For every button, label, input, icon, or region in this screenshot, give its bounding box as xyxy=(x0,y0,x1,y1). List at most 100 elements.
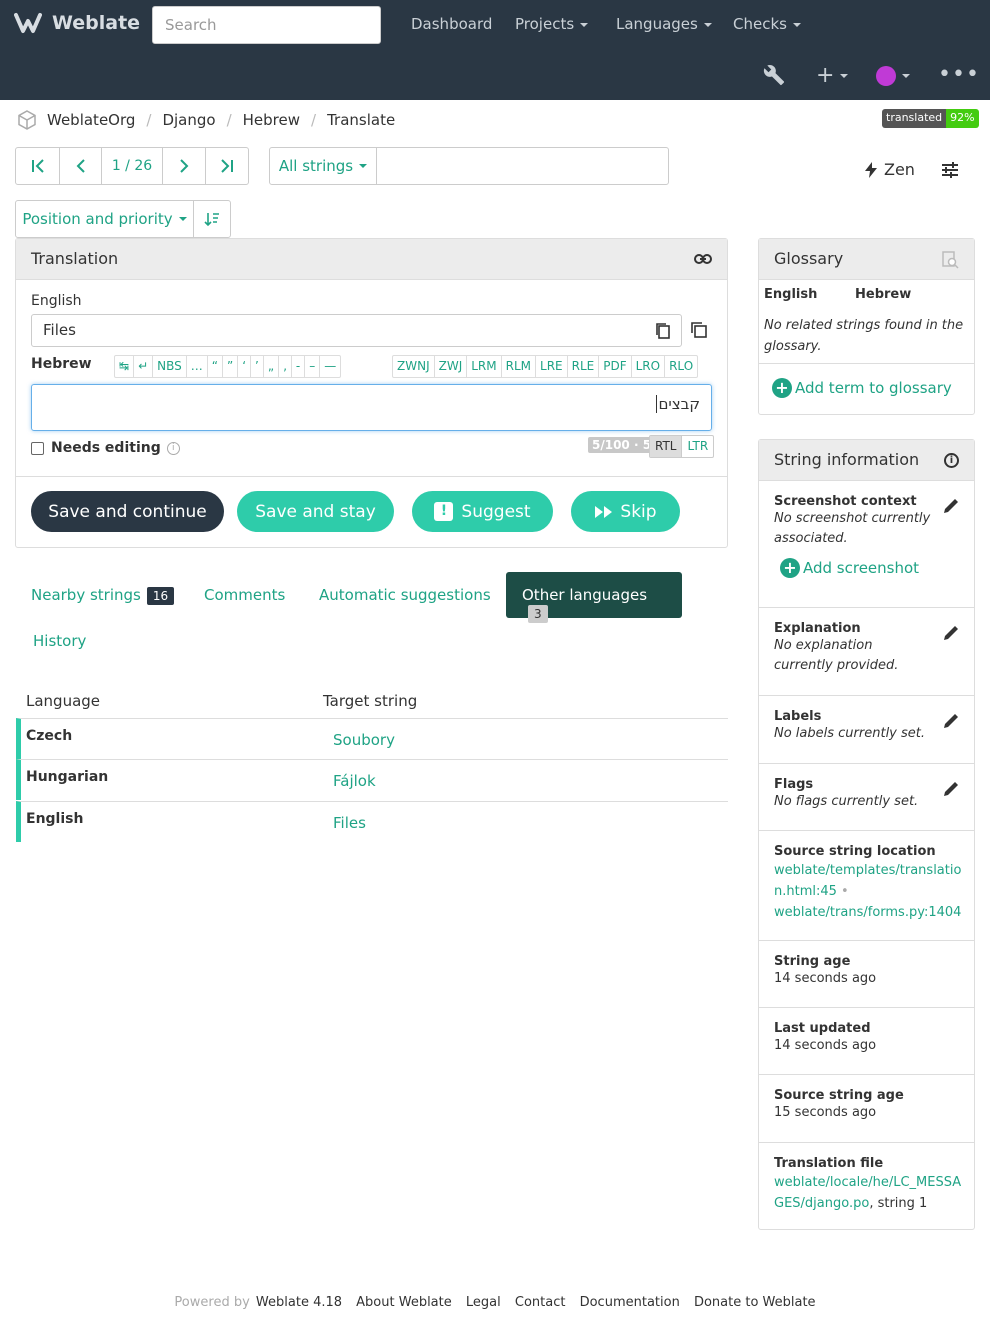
ltr-button[interactable]: LTR xyxy=(681,436,713,457)
footer-powered: Powered by xyxy=(174,1295,250,1310)
add-menu[interactable]: + xyxy=(816,63,849,88)
control-char[interactable]: PDF xyxy=(599,356,632,377)
tab-history[interactable]: History xyxy=(33,632,86,650)
more-menu-icon[interactable]: ••• xyxy=(938,62,980,87)
user-menu[interactable] xyxy=(876,65,910,86)
wrench-icon[interactable] xyxy=(763,64,785,91)
add-term-label: Add term to glossary xyxy=(795,379,952,397)
nav-languages[interactable]: Languages xyxy=(616,15,712,33)
footer-link[interactable]: About Weblate xyxy=(356,1295,452,1310)
special-char-newline[interactable]: ↵ xyxy=(134,356,154,377)
last-button[interactable] xyxy=(206,148,248,184)
search-input[interactable]: Search xyxy=(152,6,381,44)
glossary-panel: Glossary English Hebrew No related strin… xyxy=(758,238,975,415)
add-screenshot-link[interactable]: + Add screenshot xyxy=(780,558,959,578)
edit-pencil-icon[interactable] xyxy=(942,712,960,730)
footer-link[interactable]: Legal xyxy=(466,1295,501,1310)
first-button[interactable] xyxy=(16,148,60,184)
breadcrumb-page: Translate xyxy=(327,111,396,129)
nav-checks[interactable]: Checks xyxy=(733,15,801,33)
sort-dropdown[interactable]: Position and priority xyxy=(16,201,194,237)
footer-link[interactable]: Documentation xyxy=(580,1295,680,1310)
edit-pencil-icon[interactable] xyxy=(942,497,960,515)
brand-name: Weblate xyxy=(52,12,141,34)
nav-projects[interactable]: Projects xyxy=(515,15,589,33)
special-char-nbsp[interactable]: NBS xyxy=(153,356,187,377)
filter-dropdown[interactable]: All strings xyxy=(270,148,377,184)
nav-dashboard[interactable]: Dashboard xyxy=(411,15,492,33)
nav-projects-label: Projects xyxy=(515,15,575,33)
control-char[interactable]: ZWNJ xyxy=(393,356,435,377)
special-char[interactable]: — xyxy=(320,356,340,377)
string-filter: All strings xyxy=(269,147,669,185)
prev-button[interactable] xyxy=(60,148,102,184)
row-target-link[interactable]: Soubory xyxy=(333,731,395,749)
needs-editing-label[interactable]: Needs editing xyxy=(51,440,161,456)
glossary-header: Glossary xyxy=(759,239,974,280)
save-stay-button[interactable]: Save and stay xyxy=(237,491,394,532)
special-chars-toolbar: ↹ ↵ NBS … “ ” ‘ ’ „ ‚ - – — xyxy=(114,355,342,378)
translation-textarea[interactable]: קבצים xyxy=(31,384,712,431)
special-char[interactable]: ” xyxy=(223,356,239,377)
translation-file-link[interactable]: weblate/locale/he/LC_MESSAGES/django.po xyxy=(774,1175,961,1211)
row-language: English xyxy=(26,811,84,827)
footer-link[interactable]: Contact xyxy=(515,1295,566,1310)
section-text: No screenshot currently associated. xyxy=(774,511,931,546)
settings-sliders-icon[interactable] xyxy=(941,161,959,183)
sort-direction-button[interactable] xyxy=(194,201,230,237)
info-icon: i xyxy=(166,441,180,455)
footer-link[interactable]: Donate to Weblate xyxy=(694,1295,816,1310)
glossary-col-source: English xyxy=(764,287,818,302)
glossary-search-icon[interactable] xyxy=(941,251,959,269)
control-char[interactable]: ZWJ xyxy=(435,356,468,377)
special-char[interactable]: - xyxy=(292,356,306,377)
edit-pencil-icon[interactable] xyxy=(942,624,960,642)
special-char[interactable]: ’ xyxy=(251,356,264,377)
clone-source-icon[interactable] xyxy=(690,321,708,339)
special-char[interactable]: “ xyxy=(208,356,223,377)
next-button[interactable] xyxy=(163,148,206,184)
tab-other-languages[interactable]: Other languages3 xyxy=(506,572,682,623)
copy-icon[interactable] xyxy=(655,322,671,340)
row-target-link[interactable]: Fájlok xyxy=(333,772,376,790)
zen-label: Zen xyxy=(884,160,915,179)
breadcrumb-component[interactable]: Django xyxy=(162,111,215,129)
source-location-link[interactable]: weblate/templates/translation.html:45 xyxy=(774,863,961,899)
separator: • xyxy=(841,884,849,899)
special-char[interactable]: ‘ xyxy=(238,356,252,377)
length-counter: 5/100 · 5 xyxy=(588,437,656,453)
rtl-button[interactable]: RTL xyxy=(650,436,682,457)
link-icon[interactable] xyxy=(694,252,712,266)
save-continue-button[interactable]: Save and continue xyxy=(31,491,224,532)
special-char[interactable]: ‚ xyxy=(279,356,292,377)
edit-pencil-icon[interactable] xyxy=(942,780,960,798)
skip-button[interactable]: Skip xyxy=(571,491,680,532)
tab-nearby-strings[interactable]: Nearby strings 16 xyxy=(31,586,175,605)
tab-label: Nearby strings xyxy=(31,586,141,604)
special-char-tab[interactable]: ↹ xyxy=(115,356,135,377)
control-char[interactable]: RLM xyxy=(502,356,537,377)
control-char[interactable]: RLE xyxy=(568,356,600,377)
special-char[interactable]: – xyxy=(305,356,321,377)
row-target-link[interactable]: Files xyxy=(333,814,366,832)
special-char[interactable]: „ xyxy=(264,356,280,377)
tab-comments[interactable]: Comments xyxy=(204,586,285,604)
zen-button[interactable]: Zen xyxy=(865,160,915,179)
special-char-ellipsis[interactable]: … xyxy=(187,356,208,377)
control-char[interactable]: LRM xyxy=(467,356,502,377)
suggest-button[interactable]: ! Suggest xyxy=(412,491,553,532)
control-char[interactable]: RLO xyxy=(665,356,697,377)
add-term-link[interactable]: + Add term to glossary xyxy=(772,378,952,398)
footer-version-link[interactable]: Weblate 4.18 xyxy=(256,1295,342,1310)
breadcrumb-project[interactable]: WeblateOrg xyxy=(47,111,135,129)
source-location-link[interactable]: weblate/trans/forms.py:1404 xyxy=(774,905,961,920)
control-char[interactable]: LRO xyxy=(632,356,666,377)
column-header-target: Target string xyxy=(323,692,418,710)
tab-automatic-suggestions[interactable]: Automatic suggestions xyxy=(319,586,491,604)
needs-editing-checkbox[interactable] xyxy=(31,441,44,455)
filter-query-input[interactable] xyxy=(377,148,668,184)
brand[interactable]: Weblate xyxy=(14,11,140,35)
source-text: Files xyxy=(43,321,76,339)
control-char[interactable]: LRE xyxy=(536,356,568,377)
breadcrumb-language[interactable]: Hebrew xyxy=(243,111,300,129)
